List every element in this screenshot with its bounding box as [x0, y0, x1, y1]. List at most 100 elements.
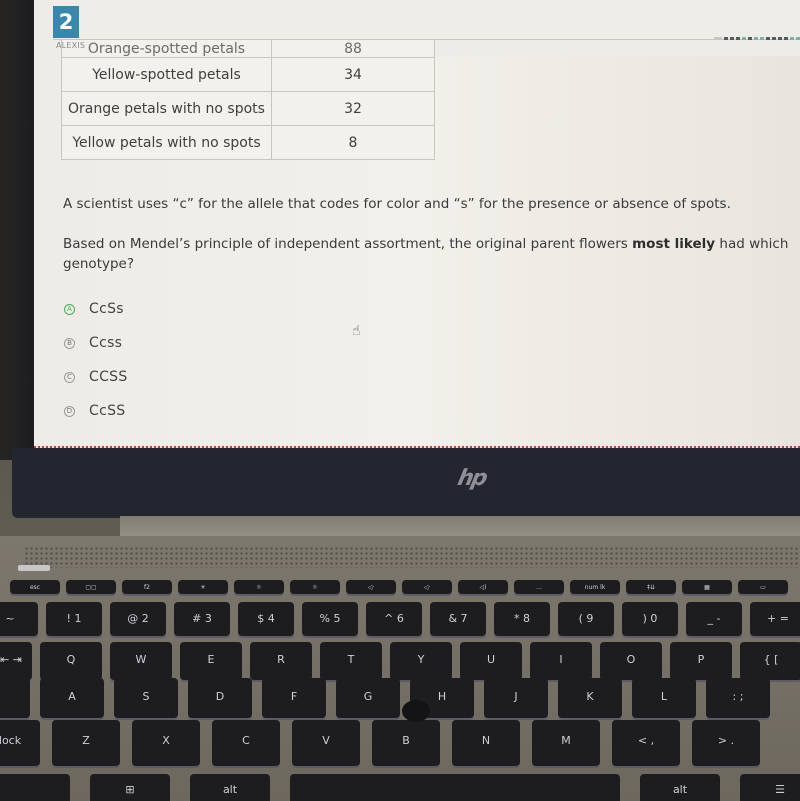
- keyboard-key: ! 1: [46, 602, 102, 636]
- key-label: I: [559, 653, 563, 667]
- option-text: CcSs: [89, 301, 124, 317]
- keyboard-key: L: [632, 678, 696, 718]
- table-cell-value: 32: [271, 91, 435, 126]
- keyboard-key: U: [460, 642, 522, 680]
- table-row: Yellow petals with no spots 8: [61, 125, 435, 160]
- key-label: ▭: [760, 583, 766, 591]
- pointing-stick-icon: [402, 700, 430, 722]
- key-label: O: [626, 653, 636, 667]
- key-label: J: [514, 690, 518, 703]
- question-progress-navigator[interactable]: [714, 37, 800, 40]
- key-label: ◁·: [423, 583, 431, 591]
- key-label: S: [142, 690, 150, 703]
- key-label: K: [586, 690, 594, 703]
- key-label: Y: [417, 653, 425, 667]
- key-label: ◁·: [367, 583, 375, 591]
- key-label: { [: [763, 653, 779, 667]
- keyboard-key: + =: [750, 602, 800, 636]
- key-label: N: [481, 733, 491, 747]
- key-label: M: [561, 733, 571, 747]
- key-label: V: [322, 733, 330, 747]
- keyboard-key: N: [452, 720, 520, 766]
- key-label: ☀: [200, 583, 206, 591]
- keyboard-key: ▢▢: [66, 580, 116, 594]
- key-label: alt: [672, 783, 688, 796]
- key-label: ☰: [775, 783, 785, 796]
- key-label: ! 1: [66, 612, 82, 626]
- answer-option-a[interactable]: A CcSs: [64, 292, 128, 326]
- key-label: : ;: [732, 690, 744, 703]
- option-letter-badge: B: [64, 337, 75, 349]
- key-label: ▦: [704, 583, 710, 591]
- keyboard-key: % 5: [302, 602, 358, 636]
- key-label: * 8: [514, 612, 530, 626]
- keyboard-key: ( 9: [558, 602, 614, 636]
- key-label: R: [277, 653, 285, 667]
- keyboard-key: esc: [10, 580, 60, 594]
- key-label: # 3: [192, 612, 212, 626]
- keyboard-key: C: [212, 720, 280, 766]
- keyboard-key: [290, 774, 620, 801]
- keyboard-key: G: [336, 678, 400, 718]
- keyboard-key: ◁): [458, 580, 508, 594]
- key-label: > .: [717, 733, 735, 747]
- keyboard-key: @ 2: [110, 602, 166, 636]
- key-label: F: [290, 690, 298, 703]
- keyboard-key: M: [532, 720, 600, 766]
- keyboard-key: < ,: [612, 720, 680, 766]
- prompt-text-end: had which: [715, 236, 789, 252]
- key-label: + =: [767, 612, 789, 626]
- keyboard-key: ‡⇊: [626, 580, 676, 594]
- answer-option-b[interactable]: B Ccss: [64, 326, 128, 360]
- key-label: num lk: [584, 583, 606, 591]
- keyboard-key: D: [188, 678, 252, 718]
- key-label: alt: [222, 783, 238, 796]
- keyboard-key: ☼: [234, 580, 284, 594]
- keyboard-key: num lk: [570, 580, 620, 594]
- keyboard-key: _ -: [686, 602, 742, 636]
- key-label: A: [68, 690, 76, 703]
- keyboard-key: ◁·: [402, 580, 452, 594]
- keyboard-key: $ 4: [238, 602, 294, 636]
- table-row: Yellow-spotted petals 34: [61, 57, 435, 92]
- answer-option-d[interactable]: D CcSS: [64, 394, 128, 428]
- keyboard-key: B: [372, 720, 440, 766]
- hp-logo-icon: hp: [455, 466, 489, 491]
- keyboard-key: E: [180, 642, 242, 680]
- keyboard-key: W: [110, 642, 172, 680]
- table-cell-value: 8: [271, 125, 435, 160]
- key-label: …: [536, 583, 542, 591]
- prompt-text-start: Based on Mendel’s principle of independe…: [63, 236, 633, 252]
- answer-option-c[interactable]: C CCSS: [64, 360, 128, 394]
- key-label: $ 4: [257, 612, 275, 626]
- key-label: U: [486, 653, 496, 667]
- key-label: & 7: [448, 612, 468, 626]
- option-letter-badge: C: [64, 371, 75, 383]
- key-label: ▢▢: [85, 583, 97, 591]
- keyboard-key: J: [484, 678, 548, 718]
- keyboard-key: lock: [0, 720, 40, 766]
- keyboard-key: [0, 678, 30, 718]
- key-label: G: [363, 690, 373, 703]
- keyboard-key: : ;: [706, 678, 770, 718]
- keyboard-key: S: [114, 678, 178, 718]
- key-label: ◁): [479, 583, 487, 591]
- keyboard-key: ~: [0, 602, 38, 636]
- keyboard-key: ◁·: [346, 580, 396, 594]
- key-label: Z: [82, 733, 90, 747]
- question-number-badge[interactable]: 2: [53, 6, 79, 38]
- keyboard-key: ☰: [740, 774, 800, 801]
- keyboard-key: [0, 774, 70, 801]
- laptop-screen: Orange-spotted petals 88 Yellow-spotted …: [34, 0, 800, 448]
- key-label: ☼: [256, 583, 262, 591]
- keyboard-key: ▭: [738, 580, 788, 594]
- keyboard-key: …: [514, 580, 564, 594]
- keyboard-key: T: [320, 642, 382, 680]
- power-indicator-icon: [18, 565, 50, 571]
- desk-background: [0, 0, 34, 460]
- keyboard-key: X: [132, 720, 200, 766]
- keyboard-key: * 8: [494, 602, 550, 636]
- key-label: E: [207, 653, 215, 667]
- key-label: lock: [0, 733, 22, 747]
- laptop-bezel: [12, 448, 800, 518]
